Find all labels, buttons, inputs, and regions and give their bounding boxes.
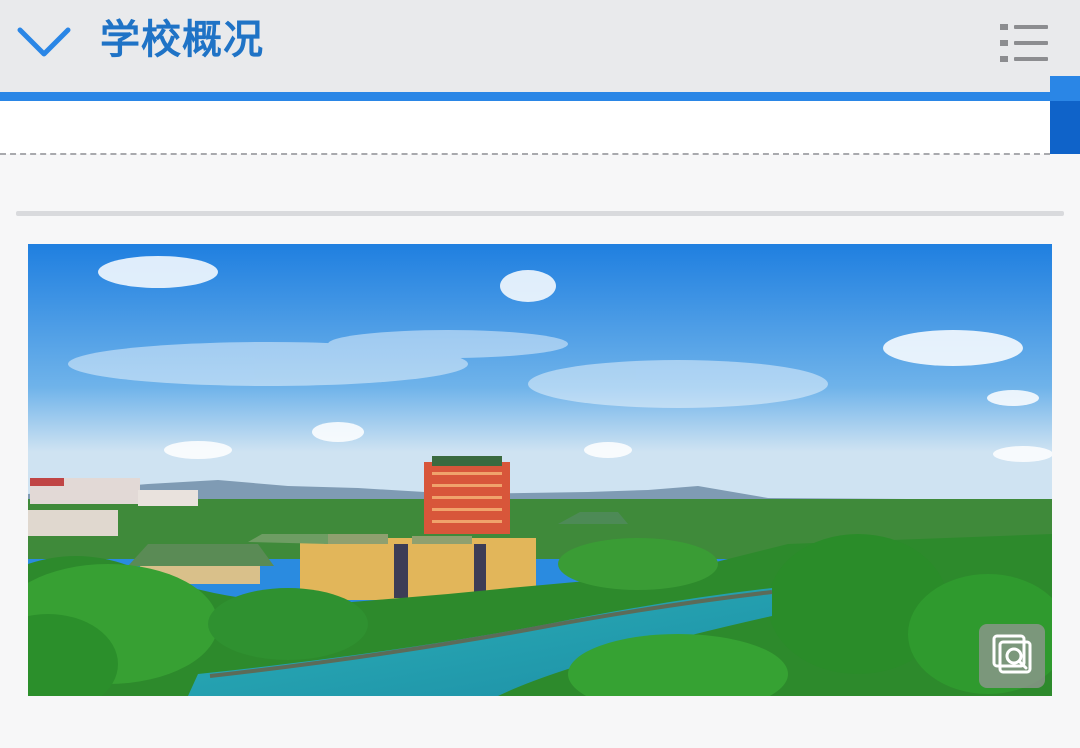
chevron-down-icon[interactable] — [16, 24, 72, 60]
zoom-button[interactable] — [979, 624, 1045, 688]
zoom-icon — [992, 634, 1032, 674]
sub-nav-strip — [0, 101, 1050, 154]
side-tab[interactable] — [1050, 101, 1080, 154]
campus-photo — [28, 244, 1052, 696]
list-menu-icon[interactable] — [998, 20, 1052, 68]
dashed-divider — [0, 153, 1050, 155]
section-divider — [16, 211, 1064, 216]
page-title: 学校概况 — [100, 17, 264, 63]
accent-bar — [0, 92, 1080, 101]
app-header: 学校概况 — [0, 0, 1080, 92]
